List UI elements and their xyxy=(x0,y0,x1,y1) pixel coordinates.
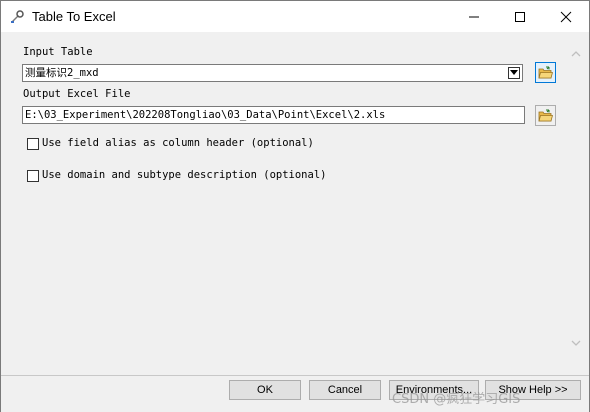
maximize-button[interactable] xyxy=(497,1,543,32)
output-excel-input[interactable]: E:\03_Experiment\202208Tongliao\03_Data\… xyxy=(22,106,525,124)
ok-button[interactable]: OK xyxy=(229,380,301,400)
close-button[interactable] xyxy=(543,1,589,32)
field-alias-checkbox[interactable] xyxy=(27,138,39,150)
title-bar: Table To Excel xyxy=(1,1,589,32)
open-folder-icon xyxy=(538,109,553,122)
dialog-content: Input Table 测量标识2_mxd Output Excel File xyxy=(1,32,589,375)
output-excel-browse-button[interactable] xyxy=(535,105,556,126)
minimize-icon xyxy=(469,16,479,17)
input-table-label: Input Table xyxy=(23,46,93,58)
output-excel-label: Output Excel File xyxy=(23,88,131,100)
scroll-up-icon[interactable] xyxy=(571,50,581,57)
cancel-button[interactable]: Cancel xyxy=(309,380,381,400)
input-table-browse-button[interactable] xyxy=(535,62,556,83)
vertical-scrollbar[interactable] xyxy=(567,40,585,371)
scroll-down-icon[interactable] xyxy=(571,340,581,347)
dropdown-button[interactable] xyxy=(508,67,520,79)
chevron-down-icon xyxy=(510,70,518,75)
maximize-icon xyxy=(515,11,525,22)
parameters-panel: Input Table 测量标识2_mxd Output Excel File xyxy=(9,40,567,371)
close-icon xyxy=(560,11,572,22)
window-title: Table To Excel xyxy=(32,9,116,24)
domain-subtype-label: Use domain and subtype description (opti… xyxy=(42,169,327,181)
input-table-combobox[interactable]: 测量标识2_mxd xyxy=(22,64,523,82)
dialog-window: Table To Excel Input Table 测量标识2_mxd Out… xyxy=(0,0,590,412)
open-folder-icon xyxy=(538,66,553,79)
toolbox-icon xyxy=(9,9,25,25)
domain-subtype-checkbox[interactable] xyxy=(27,170,39,182)
field-alias-label: Use field alias as column header (option… xyxy=(42,137,314,149)
watermark: CSDN @疯狂学习GIS xyxy=(392,392,521,407)
input-table-value: 测量标识2_mxd xyxy=(25,67,99,79)
minimize-button[interactable] xyxy=(451,1,497,32)
output-excel-value: E:\03_Experiment\202208Tongliao\03_Data\… xyxy=(25,109,386,121)
